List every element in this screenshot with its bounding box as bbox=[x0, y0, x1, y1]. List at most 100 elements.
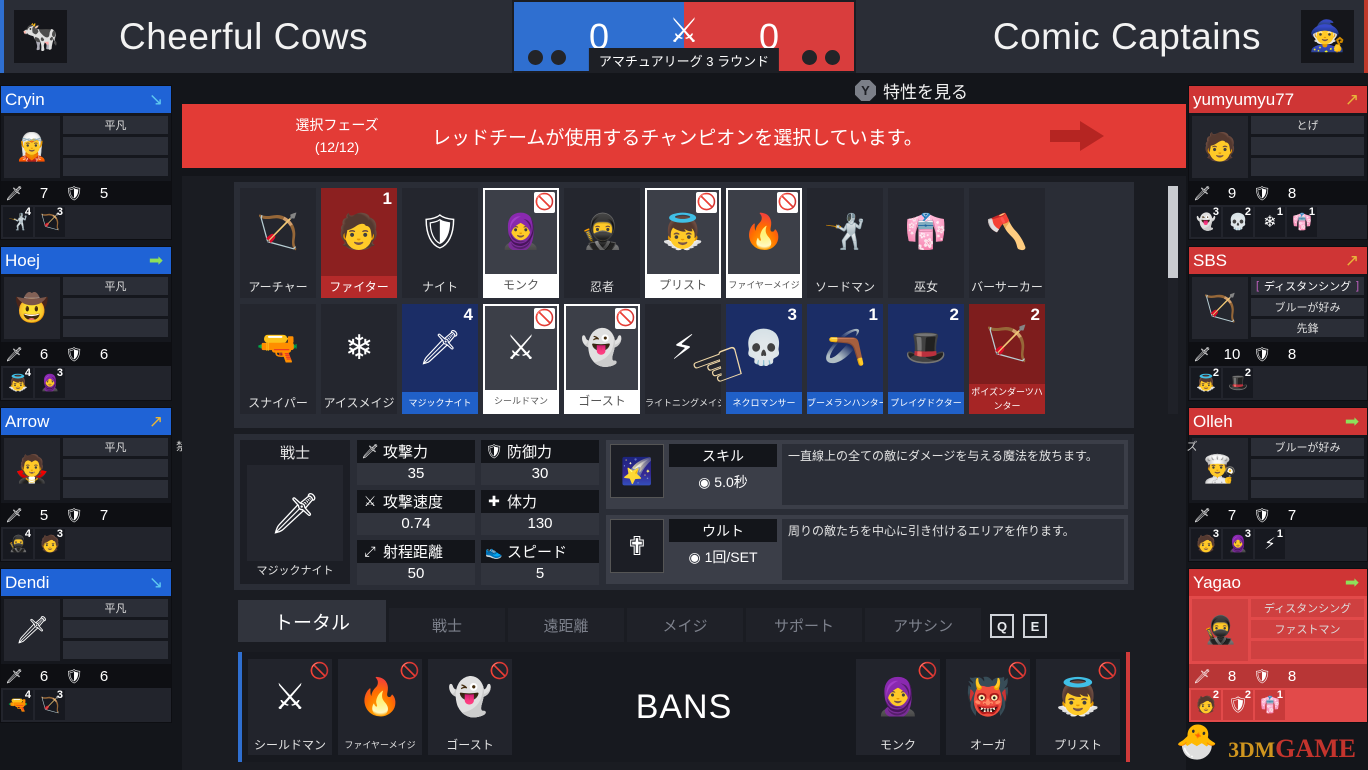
stat-value: 35 bbox=[357, 463, 475, 485]
champion-card[interactable]: 🔫 スナイパー bbox=[240, 304, 316, 414]
shieldman-icon: ⚔ bbox=[273, 676, 307, 717]
tab-メイジ[interactable]: メイジ bbox=[627, 608, 743, 642]
red-team-name: Comic Captains bbox=[992, 15, 1261, 57]
champion-card[interactable]: 🥷 忍者 bbox=[564, 188, 640, 298]
player-traits: ブルーが好み bbox=[1251, 438, 1364, 500]
player-stats: 🗡 6 🛡 6 bbox=[1, 664, 171, 688]
fire-mage-icon: 🔥 bbox=[357, 676, 403, 717]
champion-card[interactable]: 🧕 モンク 🚫 bbox=[483, 188, 559, 298]
player-card-Yagao[interactable]: Yagao ➡ 🥷 ディスタンシング ファストマン 🗡 8 🛡 8 🧑 2 🛡 2 👘 1 bbox=[1188, 568, 1368, 723]
player-trait: ディスタンシング bbox=[1251, 599, 1364, 617]
champion-info-panel: 戦士 🗡 マジックナイト 🗡 攻撃力 35 ⚔ 攻撃速度 0.74 ⤢ 射程距離 50 🛡 防御力 3… bbox=[234, 434, 1134, 590]
player-name: Hoej bbox=[5, 250, 40, 270]
league-round-tag: アマチュアリーグ 3 ラウンド bbox=[588, 48, 780, 73]
champion-card-name: ファイター bbox=[321, 276, 397, 298]
player-trait bbox=[63, 298, 168, 316]
champion-card[interactable]: 🪃 ブーメランハンター 1 bbox=[807, 304, 883, 414]
champion-card[interactable]: ❄ アイスメイジ bbox=[321, 304, 397, 414]
bans-bar: ⚔ シールドマン 🚫 🔥 ファイヤーメイジ 🚫 👻 ゴースト 🚫 BANS 🧕 モンク 🚫 👹 オーガ 🚫… bbox=[238, 652, 1130, 762]
phase-message: レッドチームが使用するチャンピオンを選択しています。 bbox=[432, 127, 923, 149]
stat-column: 🛡 防御力 30 ✚ 体力 130 👟 スピード 5 bbox=[481, 440, 599, 585]
player-name: SBS bbox=[1193, 250, 1228, 270]
stat-スピード: 👟 スピード 5 bbox=[481, 540, 599, 585]
defense-icon: 🛡 bbox=[65, 667, 83, 684]
stat-header: ⤢ 射程距離 bbox=[357, 540, 475, 563]
champion-class: 戦士 bbox=[279, 445, 310, 462]
player-trait: ファストマン bbox=[1251, 620, 1364, 638]
champion-card[interactable]: 🪓 バーサーカー bbox=[969, 188, 1045, 298]
champion-card[interactable]: 🏹 ポイズンダーツハンター 2 bbox=[969, 304, 1045, 414]
ban-slash-icon: 🚫 bbox=[917, 662, 938, 680]
champion-pick-order: 4 bbox=[463, 305, 473, 324]
ban-slot[interactable]: 👹 オーガ 🚫 bbox=[946, 659, 1030, 755]
champion-card[interactable]: 🗡 マジックナイト 4 bbox=[402, 304, 478, 414]
ice-mage-icon: ❄ bbox=[344, 329, 374, 367]
defense-icon: 🛡 bbox=[65, 345, 83, 362]
player-defense: 6 bbox=[99, 345, 109, 363]
key-hint-Q[interactable]: Q bbox=[990, 614, 1014, 638]
ban-slot[interactable]: 👻 ゴースト 🚫 bbox=[428, 659, 512, 755]
tab-サポート[interactable]: サポート bbox=[746, 608, 862, 642]
tab-トータル[interactable]: トータル bbox=[238, 600, 386, 642]
ban-slot[interactable]: 👼 プリスト 🚫 bbox=[1036, 659, 1120, 755]
champion-card-name: モンク bbox=[485, 274, 557, 296]
key-hint-E[interactable]: E bbox=[1023, 614, 1047, 638]
champion-card[interactable]: 🎩 プレイグドクター 2 bbox=[888, 304, 964, 414]
tab-戦士[interactable]: 戦士 bbox=[389, 608, 505, 642]
skill-row: ✟ ウルト ◉ 1回/SET 周りの敵たちを中心に引き付けるエリアを作ります。 bbox=[606, 515, 1128, 584]
champion-card[interactable]: 🧑 ファイター 1 bbox=[321, 188, 397, 298]
ban-slot[interactable]: 🧕 モンク 🚫 bbox=[856, 659, 940, 755]
champion-pick-order: 3 bbox=[787, 305, 797, 324]
player-trait bbox=[1251, 137, 1364, 155]
champion-card[interactable]: 🏹 アーチャー bbox=[240, 188, 316, 298]
champion-card[interactable]: 🔥 ファイヤーメイジ 🚫 bbox=[726, 188, 802, 298]
player-card-header: yumyumyu77 ↗ bbox=[1189, 86, 1367, 113]
player-traits: とげ bbox=[1251, 116, 1364, 178]
ban-slot[interactable]: ⚔ シールドマン 🚫 bbox=[248, 659, 332, 755]
poison-dart-portrait: 🏹 bbox=[1192, 277, 1248, 339]
champion-card-name: ソードマン bbox=[814, 280, 875, 294]
tab-アサシン[interactable]: アサシン bbox=[865, 608, 981, 642]
defense-icon: 🛡 bbox=[1253, 184, 1271, 201]
sniper-mini: 🔫 4 bbox=[3, 689, 33, 720]
player-card-Hoej[interactable]: Hoej ➡ 🤠 平凡 🗡 6 🛡 6 👼 4 🧕 3 bbox=[0, 246, 172, 401]
ban-name: シールドマン bbox=[253, 738, 326, 752]
ban-slash-icon: 🚫 bbox=[777, 192, 798, 213]
champion-card-name: 忍者 bbox=[589, 280, 614, 294]
ban-slash-icon: 🚫 bbox=[1097, 662, 1118, 680]
fighter-mini: 🧑 3 bbox=[35, 528, 65, 559]
blue-team-logo: 🐄 bbox=[14, 10, 67, 63]
knight-icon: 🛡 bbox=[418, 213, 462, 251]
player-card-body: 🧝 平凡 bbox=[1, 113, 171, 181]
arrow-downright-icon: ↘ bbox=[148, 90, 164, 109]
ban-slash-icon: 🚫 bbox=[534, 192, 555, 213]
player-card-Cryin[interactable]: Cryin ↘ 🧝 平凡 🗡 7 🛡 5 🤺 4 🏹 3 bbox=[0, 85, 172, 240]
player-trait bbox=[63, 459, 168, 477]
player-trait bbox=[1251, 480, 1364, 498]
player-attack: 6 bbox=[39, 667, 49, 685]
defense-icon: 🛡 bbox=[65, 184, 83, 201]
stat-攻撃速度: ⚔ 攻撃速度 0.74 bbox=[357, 490, 475, 535]
champion-card[interactable]: ⚔ シールドマン 🚫 bbox=[483, 304, 559, 414]
tab-遠距離[interactable]: 遠距離 bbox=[508, 608, 624, 642]
champion-card[interactable]: 🤺 ソードマン bbox=[807, 188, 883, 298]
player-card-yumyumyu77[interactable]: yumyumyu77 ↗ 🧑 とげ 🗡 9 🛡 8 👻 3 💀 2 ❄ 1 👘 1 bbox=[1188, 85, 1368, 240]
berserker-icon: 🪓 bbox=[985, 213, 1029, 251]
player-defense: 5 bbox=[99, 184, 109, 202]
player-card-Dendi[interactable]: Dendi ↘ 🗡 平凡 🗡 6 🛡 6 🔫 4 🏹 3 bbox=[0, 568, 172, 723]
ban-slot[interactable]: 🔥 ファイヤーメイジ 🚫 bbox=[338, 659, 422, 755]
champion-card[interactable]: 👼 プリスト 🚫 bbox=[645, 188, 721, 298]
player-card-Arrow[interactable]: Arrow ↗ 🧛 平凡 🗡 5 🛡 7 🥷 4 🧑 3 bbox=[0, 407, 172, 562]
champion-card[interactable]: 👻 ゴースト 🚫 bbox=[564, 304, 640, 414]
player-card-header: Olleh ➡ bbox=[1189, 408, 1367, 435]
champion-card[interactable]: 👘 巫女 bbox=[888, 188, 964, 298]
champion-card[interactable]: 🛡 ナイト bbox=[402, 188, 478, 298]
view-traits-button[interactable]: Y 特性を見る bbox=[855, 78, 968, 103]
swordsman-mini: 🤺 4 bbox=[3, 206, 33, 237]
player-stats: 🗡 7 🛡 5 bbox=[1, 181, 171, 205]
player-card-SBS[interactable]: SBS ↗ 🏹ディスタンシングブルーが好み先鋒 🗡 10 🛡 8 👼2🎩2 bbox=[1188, 246, 1368, 401]
stat-header: ✚ 体力 bbox=[481, 490, 599, 513]
player-card-Olleh[interactable]: Olleh ➡ 👨‍🍳 ブルーが好み 🗡 7 🛡 7 🧑 3 🧕 3 ⚡ 1 bbox=[1188, 407, 1368, 562]
player-card-header: SBS ↗ bbox=[1189, 247, 1367, 274]
champion-grid-scrollbar[interactable] bbox=[1168, 186, 1178, 414]
